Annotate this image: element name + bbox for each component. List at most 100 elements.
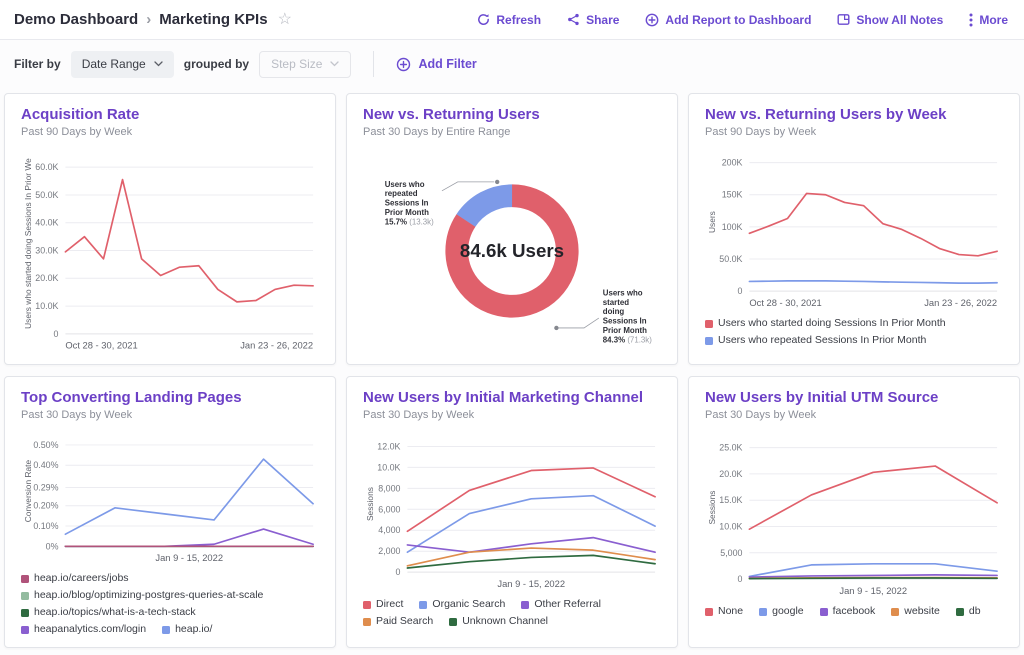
- y-axis-title: Users: [707, 211, 717, 233]
- series-line[interactable]: [407, 538, 655, 553]
- add-filter-button[interactable]: Add Filter: [396, 57, 476, 72]
- callout-text: repeated: [385, 189, 418, 198]
- notes-icon: [837, 13, 850, 26]
- y-tick-label: 0.20%: [33, 501, 58, 511]
- card-top-converting-landing-pages: Top Converting Landing Pages Past 30 Day…: [4, 376, 336, 648]
- breadcrumb: Demo Dashboard › Marketing KPIs ☆: [14, 11, 292, 28]
- plus-circle-icon: [396, 57, 411, 72]
- series-line[interactable]: [65, 180, 313, 302]
- callout-value: 15.7% (13.3k): [385, 217, 434, 226]
- add-report-button[interactable]: Add Report to Dashboard: [645, 13, 811, 27]
- legend-item[interactable]: heap.io/careers/jobs: [21, 571, 129, 586]
- chart-canvas: 84.6k UsersUsers whorepeatedSessions InP…: [363, 142, 661, 358]
- legend-swatch-icon: [363, 601, 371, 609]
- series-line[interactable]: [749, 193, 997, 255]
- legend-label: Organic Search: [432, 597, 505, 612]
- legend-label: heapanalytics.com/login: [34, 622, 146, 637]
- header-actions: Refresh Share Add Report to Dashboard Sh…: [477, 13, 1008, 27]
- series-line[interactable]: [65, 529, 313, 546]
- legend-label: heap.io/blog/optimizing-postgres-queries…: [34, 588, 263, 603]
- card-subtitle: Past 90 Days by Week: [705, 126, 1003, 138]
- breadcrumb-dashboard[interactable]: Demo Dashboard: [14, 11, 138, 28]
- legend-item[interactable]: None: [705, 604, 743, 619]
- legend-label: db: [969, 604, 981, 619]
- line-chart: 25.0K20.0K15.0K10.0K5,0000SessionsJan 9 …: [705, 425, 1003, 600]
- line-chart: 200K150K100K50.0K0UsersOct 28 - 30, 2021…: [705, 142, 1003, 312]
- legend-item[interactable]: heap.io/blog/optimizing-postgres-queries…: [21, 588, 263, 603]
- card-title[interactable]: New vs. Returning Users by Week: [705, 106, 1003, 123]
- series-line[interactable]: [749, 466, 997, 529]
- chart-legend: Direct Organic Search Other Referral Paid S…: [363, 597, 661, 629]
- legend-swatch-icon: [21, 575, 29, 583]
- plus-circle-icon: [645, 13, 659, 27]
- card-title[interactable]: Top Converting Landing Pages: [21, 389, 319, 406]
- line-chart: 0.50%0.40%0.29%0.20%0.10%0%Conversion Ra…: [21, 425, 319, 567]
- legend-item[interactable]: Paid Search: [363, 614, 433, 629]
- show-all-notes-button[interactable]: Show All Notes: [837, 13, 943, 27]
- y-tick-label: 50.0K: [719, 254, 742, 264]
- y-tick-label: 20.0K: [35, 273, 58, 283]
- legend-label: heap.io/careers/jobs: [34, 571, 129, 586]
- legend-swatch-icon: [705, 608, 713, 616]
- filter-by-label: Filter by: [14, 57, 61, 71]
- step-size-select[interactable]: Step Size: [259, 51, 351, 78]
- donut-chart: 84.6k UsersUsers whorepeatedSessions InP…: [363, 142, 661, 358]
- y-tick-label: 0: [738, 574, 743, 584]
- card-title[interactable]: New Users by Initial UTM Source: [705, 389, 1003, 406]
- legend-swatch-icon: [363, 618, 371, 626]
- more-button[interactable]: More: [969, 13, 1008, 27]
- card-new-vs-returning-users-by-week: New vs. Returning Users by Week Past 90 …: [688, 93, 1020, 365]
- chart-legend: heap.io/careers/jobs heap.io/blog/optimiz…: [21, 571, 319, 637]
- card-title[interactable]: New vs. Returning Users: [363, 106, 661, 123]
- card-subtitle: Past 30 Days by Week: [705, 409, 1003, 421]
- step-size-placeholder: Step Size: [271, 57, 322, 71]
- kebab-menu-icon: [969, 13, 973, 27]
- callout-dot: [495, 180, 499, 184]
- callout-dot: [554, 326, 558, 330]
- favorite-star-icon[interactable]: ☆: [278, 12, 292, 28]
- legend-item[interactable]: heap.io/: [162, 622, 212, 637]
- callout-leader: [442, 182, 494, 191]
- date-range-select[interactable]: Date Range: [71, 51, 174, 78]
- legend-item[interactable]: facebook: [820, 604, 876, 619]
- y-axis-title: Users who started doing Sessions In Prio…: [23, 158, 33, 329]
- card-title[interactable]: New Users by Initial Marketing Channel: [363, 389, 661, 406]
- chart-canvas: 200K150K100K50.0K0UsersOct 28 - 30, 2021…: [705, 142, 1003, 312]
- y-tick-label: 20.0K: [719, 469, 742, 479]
- series-line[interactable]: [65, 459, 313, 534]
- legend-item[interactable]: website: [891, 604, 940, 619]
- legend-item[interactable]: heapanalytics.com/login: [21, 622, 146, 637]
- share-label: Share: [586, 13, 619, 27]
- y-tick-label: 10.0K: [377, 462, 400, 472]
- series-line[interactable]: [749, 578, 997, 579]
- legend-item[interactable]: google: [759, 604, 804, 619]
- legend-item[interactable]: Direct: [363, 597, 403, 612]
- breadcrumb-separator-icon: ›: [146, 11, 151, 28]
- share-button[interactable]: Share: [567, 13, 619, 27]
- callout-text: started: [603, 298, 629, 307]
- y-tick-label: 10.0K: [719, 521, 742, 531]
- legend-label: facebook: [833, 604, 876, 619]
- legend-item[interactable]: Users who started doing Sessions In Prio…: [705, 316, 946, 331]
- y-tick-label: 0: [54, 329, 59, 339]
- legend-item[interactable]: db: [956, 604, 981, 619]
- y-tick-label: 6,000: [378, 504, 400, 514]
- card-title[interactable]: Acquisition Rate: [21, 106, 319, 123]
- y-axis-title: Sessions: [707, 491, 717, 525]
- legend-item[interactable]: Users who repeated Sessions In Prior Mon…: [705, 333, 926, 348]
- legend-item[interactable]: Organic Search: [419, 597, 505, 612]
- legend-item[interactable]: Other Referral: [521, 597, 601, 612]
- series-line[interactable]: [749, 281, 997, 283]
- legend-item[interactable]: heap.io/topics/what-is-a-tech-stack: [21, 605, 196, 620]
- legend-item[interactable]: Unknown Channel: [449, 614, 548, 629]
- callout-text: Prior Month: [385, 208, 429, 217]
- callout-text: Users who: [603, 288, 643, 297]
- x-axis-label: Jan 23 - 26, 2022: [240, 341, 313, 351]
- y-tick-label: 0.40%: [33, 460, 58, 470]
- legend-label: website: [904, 604, 940, 619]
- card-subtitle: Past 30 Days by Week: [21, 409, 319, 421]
- refresh-button[interactable]: Refresh: [477, 13, 541, 27]
- legend-swatch-icon: [705, 337, 713, 345]
- legend-label: Users who repeated Sessions In Prior Mon…: [718, 333, 926, 348]
- legend-swatch-icon: [162, 626, 170, 634]
